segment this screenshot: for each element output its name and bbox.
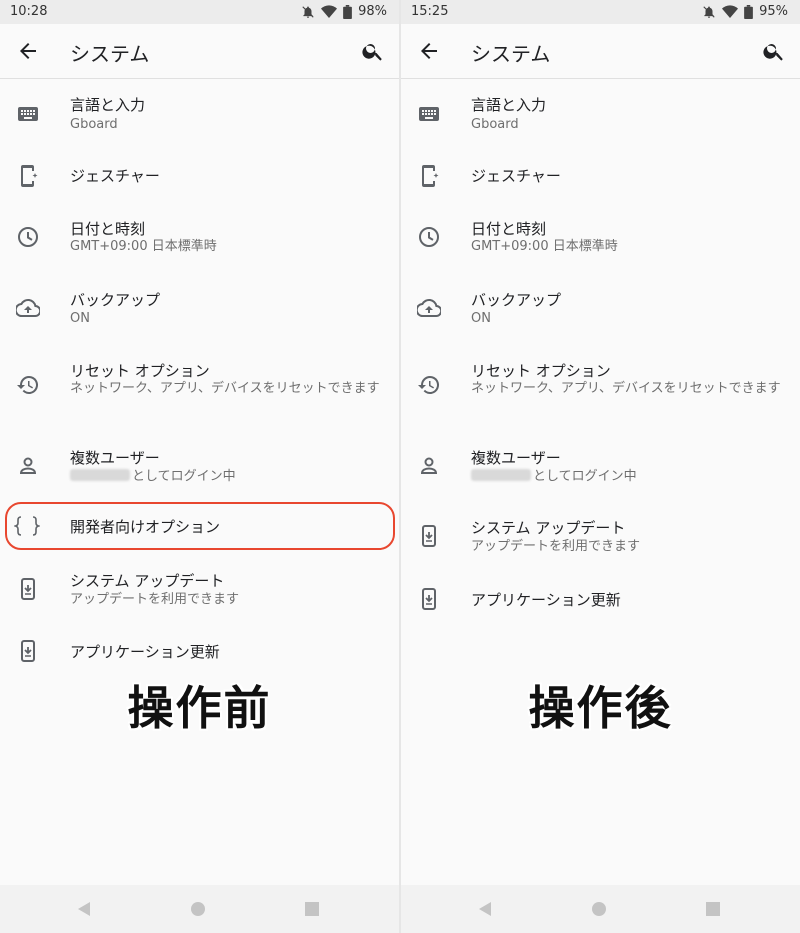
keyboard-icon bbox=[18, 107, 38, 121]
status-bar: 15:25 95% bbox=[401, 0, 800, 24]
battery-icon bbox=[343, 4, 352, 19]
navigation-bar bbox=[401, 885, 800, 933]
system-update-icon bbox=[422, 588, 436, 610]
battery-percent: 98% bbox=[358, 4, 387, 19]
nav-recent-icon[interactable] bbox=[305, 902, 319, 916]
item-subtitle: ネットワーク、アプリ、デバイスをリセットできます bbox=[70, 381, 380, 396]
app-bar: システム bbox=[0, 24, 399, 79]
notifications-off-icon bbox=[703, 5, 715, 18]
item-subtitle: アップデートを利用できます bbox=[70, 592, 240, 607]
item-title: リセット オプション bbox=[471, 362, 611, 380]
settings-item-datetime[interactable]: 日付と時刻 GMT+09:00 日本標準時 bbox=[401, 213, 800, 263]
wifi-icon bbox=[722, 4, 739, 18]
nav-home-icon[interactable] bbox=[191, 902, 205, 916]
system-update-icon bbox=[21, 578, 35, 600]
caption-after: 操作後 bbox=[528, 681, 673, 735]
item-title: 言語と入力 bbox=[471, 96, 547, 114]
screenshot-before: 10:28 98% システム 言語と入力 Gboard ジェスチャー 日付と時刻… bbox=[0, 0, 399, 933]
page-title: システム bbox=[70, 42, 150, 66]
item-subtitle: アップデートを利用できます bbox=[471, 539, 641, 554]
settings-item-backup[interactable]: バックアップ ON bbox=[0, 284, 399, 334]
item-subtitle: Gboard bbox=[471, 117, 519, 132]
item-title: バックアップ bbox=[70, 291, 161, 309]
back-arrow-icon[interactable] bbox=[417, 39, 441, 63]
app-bar: システム bbox=[401, 24, 800, 79]
navigation-bar bbox=[0, 885, 399, 933]
settings-item-reset[interactable]: リセット オプション ネットワーク、アプリ、デバイスをリセットできます bbox=[0, 355, 399, 421]
system-update-icon bbox=[422, 525, 436, 547]
status-bar: 10:28 98% bbox=[0, 0, 399, 24]
clock-icon bbox=[419, 227, 439, 247]
item-title: バックアップ bbox=[471, 291, 562, 309]
item-title: アプリケーション更新 bbox=[70, 643, 220, 661]
status-time: 15:25 bbox=[411, 4, 449, 19]
item-subtitle: としてログイン中 bbox=[471, 469, 783, 485]
settings-item-datetime[interactable]: 日付と時刻 GMT+09:00 日本標準時 bbox=[0, 213, 399, 263]
settings-item-reset[interactable]: リセット オプション ネットワーク、アプリ、デバイスをリセットできます bbox=[401, 355, 800, 421]
keyboard-icon bbox=[419, 107, 439, 121]
cloud-upload-icon bbox=[16, 298, 40, 317]
caption-before: 操作前 bbox=[127, 681, 272, 735]
nav-back-icon[interactable] bbox=[478, 902, 492, 916]
clock-icon bbox=[18, 227, 38, 247]
wifi-icon bbox=[321, 4, 338, 18]
item-subtitle: GMT+09:00 日本標準時 bbox=[70, 239, 217, 254]
settings-item-language[interactable]: 言語と入力 Gboard bbox=[0, 90, 399, 140]
battery-icon bbox=[744, 4, 753, 19]
settings-item-language[interactable]: 言語と入力 Gboard bbox=[401, 90, 800, 140]
status-time: 10:28 bbox=[10, 4, 48, 19]
page-title: システム bbox=[471, 42, 551, 66]
back-arrow-icon[interactable] bbox=[16, 39, 40, 63]
item-subtitle: ON bbox=[70, 311, 90, 326]
item-subtitle: ネットワーク、アプリ、デバイスをリセットできます bbox=[471, 381, 781, 396]
item-title: システム アップデート bbox=[70, 572, 225, 590]
item-title: 日付と時刻 bbox=[471, 220, 547, 238]
item-title: ジェスチャー bbox=[70, 167, 160, 185]
item-title: 複数ユーザー bbox=[70, 449, 160, 467]
item-title: 複数ユーザー bbox=[471, 449, 561, 467]
settings-item-gesture[interactable]: ジェスチャー bbox=[0, 160, 399, 194]
screenshot-after: 15:25 95% システム 言語と入力 Gboard ジェスチャー 日付と時刻… bbox=[401, 0, 800, 933]
item-title: 言語と入力 bbox=[70, 96, 146, 114]
settings-item-system-update[interactable]: システム アップデート アップデートを利用できます bbox=[401, 513, 800, 563]
item-title: システム アップデート bbox=[471, 519, 626, 537]
notifications-off-icon bbox=[302, 5, 314, 18]
settings-item-multi-user[interactable]: 複数ユーザー としてログイン中 bbox=[401, 442, 800, 492]
settings-item-app-update[interactable]: アプリケーション更新 bbox=[401, 584, 800, 618]
person-icon bbox=[19, 457, 37, 474]
search-icon[interactable] bbox=[762, 39, 786, 63]
item-subtitle: GMT+09:00 日本標準時 bbox=[471, 239, 618, 254]
cloud-upload-icon bbox=[417, 298, 441, 317]
item-subtitle: としてログイン中 bbox=[70, 469, 382, 485]
settings-item-gesture[interactable]: ジェスチャー bbox=[401, 160, 800, 194]
system-update-icon bbox=[21, 640, 35, 662]
nav-recent-icon[interactable] bbox=[706, 902, 720, 916]
gesture-phone-icon bbox=[21, 165, 38, 187]
item-title: 日付と時刻 bbox=[70, 220, 146, 238]
settings-item-app-update[interactable]: アプリケーション更新 bbox=[0, 636, 399, 670]
item-subtitle: ON bbox=[471, 311, 491, 326]
settings-item-backup[interactable]: バックアップ ON bbox=[401, 284, 800, 334]
settings-item-multi-user[interactable]: 複数ユーザー としてログイン中 bbox=[0, 442, 399, 492]
battery-percent: 95% bbox=[759, 4, 788, 19]
history-icon bbox=[418, 375, 440, 394]
highlight-box bbox=[5, 502, 395, 550]
person-icon bbox=[420, 457, 438, 474]
item-title: アプリケーション更新 bbox=[471, 591, 621, 609]
item-title: リセット オプション bbox=[70, 362, 210, 380]
item-title: ジェスチャー bbox=[471, 167, 561, 185]
search-icon[interactable] bbox=[361, 39, 385, 63]
nav-back-icon[interactable] bbox=[77, 902, 91, 916]
history-icon bbox=[17, 375, 39, 394]
settings-item-system-update[interactable]: システム アップデート アップデートを利用できます bbox=[0, 566, 399, 616]
gesture-phone-icon bbox=[422, 165, 439, 187]
nav-home-icon[interactable] bbox=[592, 902, 606, 916]
item-subtitle: Gboard bbox=[70, 117, 118, 132]
